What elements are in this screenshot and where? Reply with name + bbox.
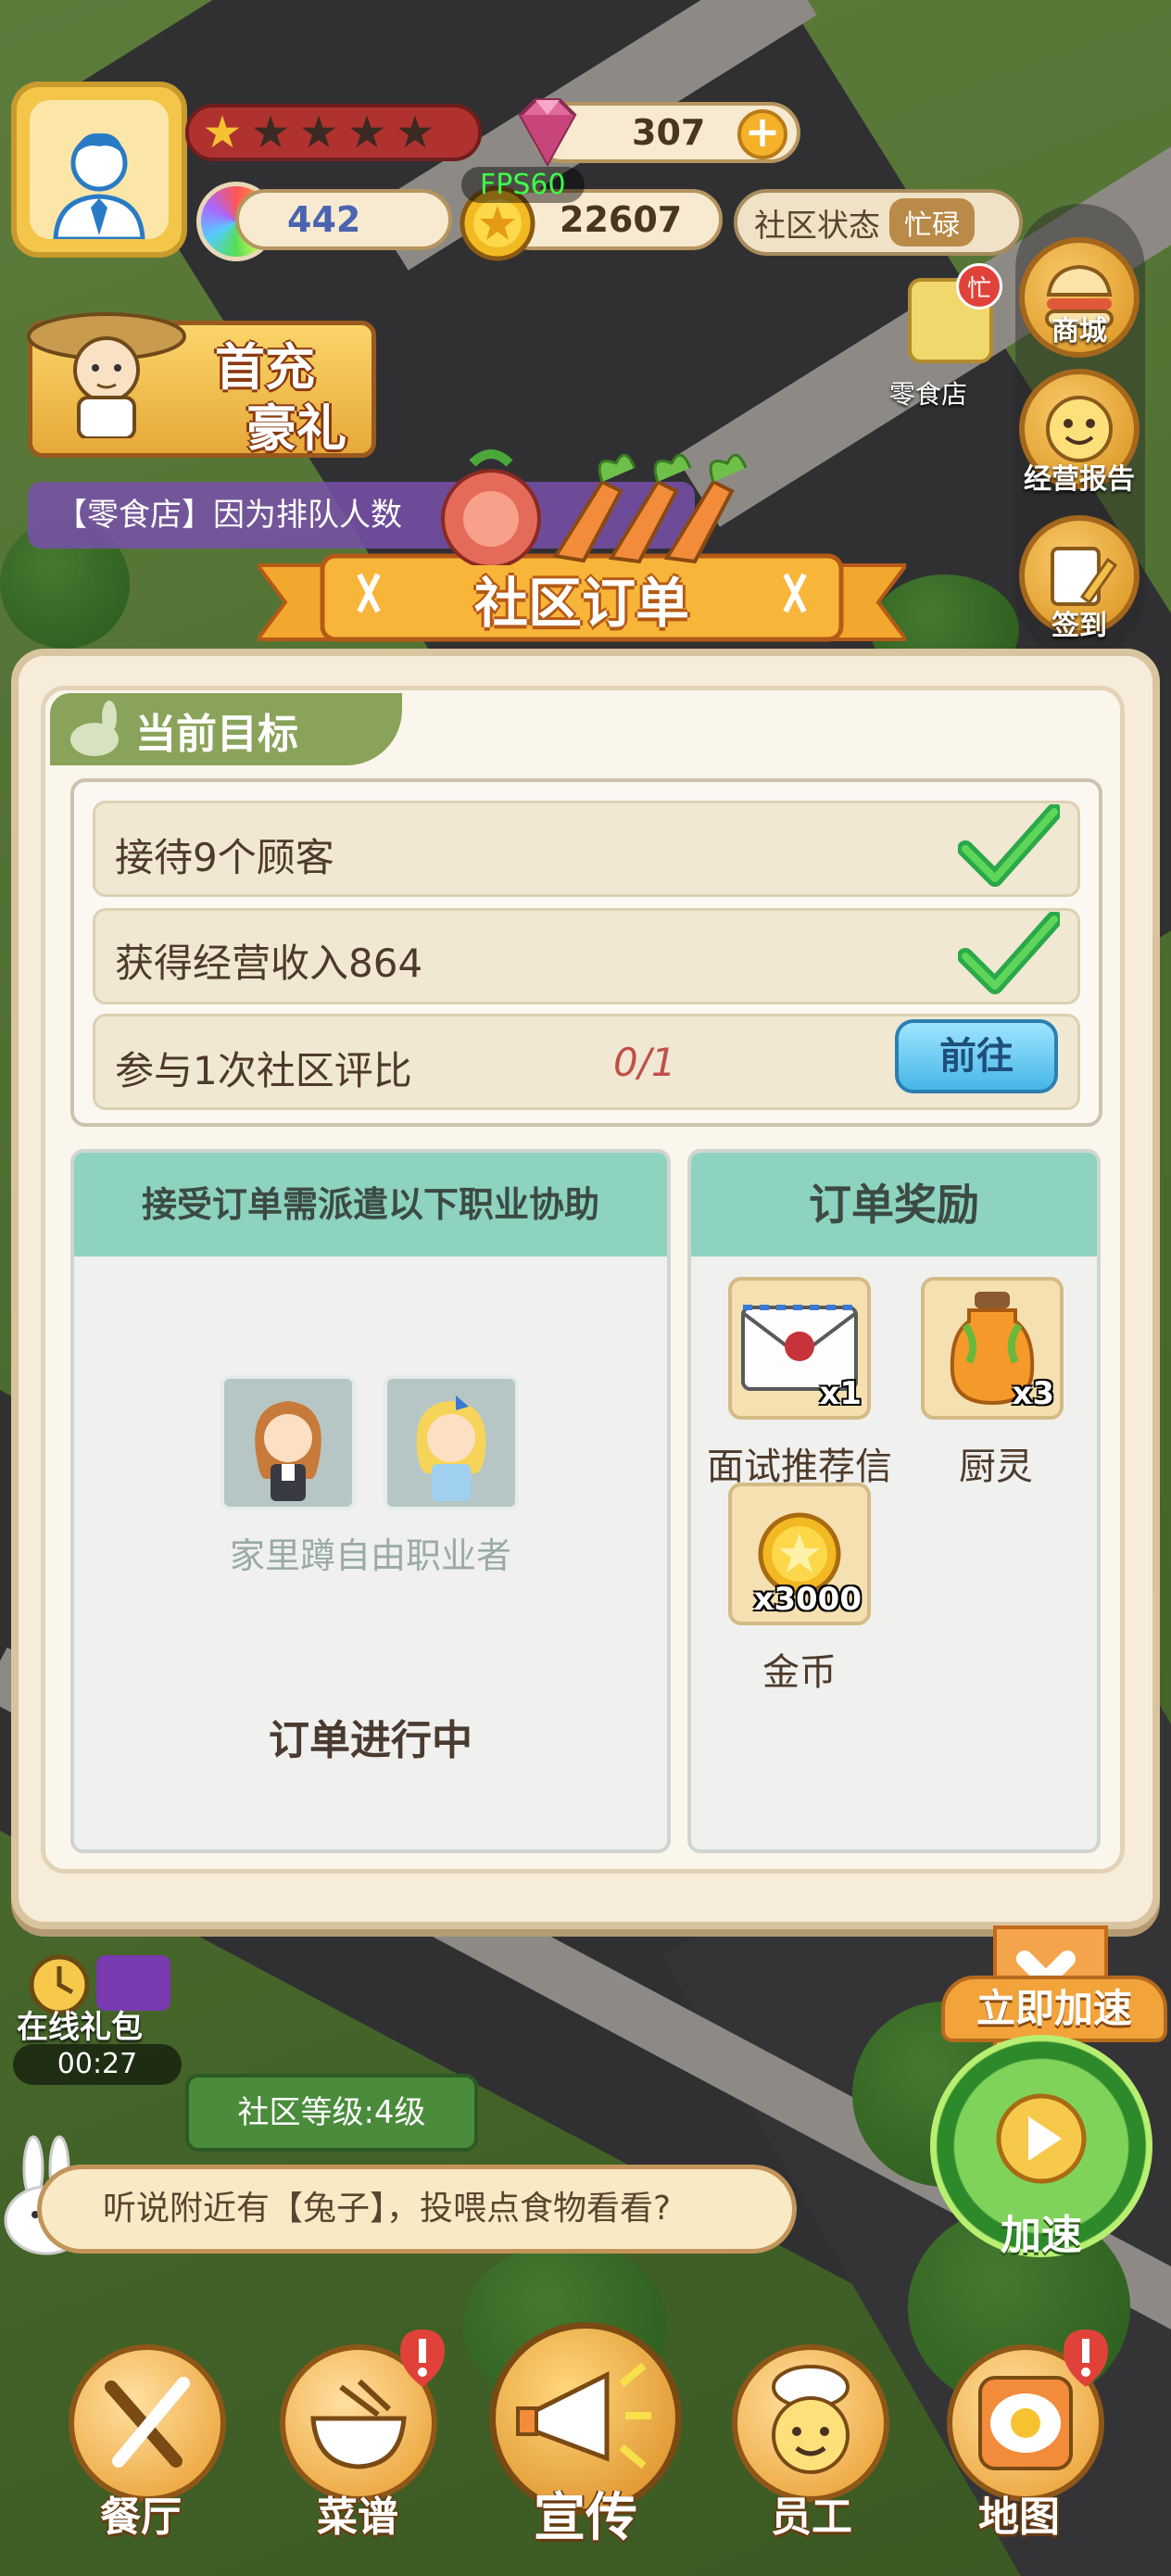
community-level[interactable]: 社区等级:4级 <box>185 2074 478 2152</box>
reward-item[interactable]: x3000 <box>728 1483 871 1625</box>
reward-name: 厨灵 <box>959 1446 1033 1488</box>
dialog-title: 社区订单 <box>473 572 689 635</box>
online-gift-label: 在线礼包 <box>17 2009 143 2046</box>
nav-staff-button[interactable] <box>732 2344 889 2502</box>
status-label: 社区状态 <box>754 207 880 245</box>
chef-icon <box>772 2365 850 2474</box>
vegetable-decoration-icon <box>441 449 748 565</box>
reward-panel-heading: 订单奖励 <box>691 1153 1097 1256</box>
rabbit-icon <box>70 701 119 756</box>
star-icon: ★ <box>395 107 435 158</box>
check-icon <box>958 804 1060 887</box>
blonde-character-icon <box>416 1395 486 1501</box>
goal-text: 接待9个顾客 <box>115 835 334 880</box>
community-status: 社区状态 忙碌 <box>734 189 1023 256</box>
promo-line2: 豪礼 <box>246 399 346 458</box>
reward-qty: x3 <box>1012 1375 1054 1412</box>
star-icon: ★ <box>298 107 339 158</box>
goal-text: 参与1次社区评比 <box>115 1048 412 1093</box>
reward-item[interactable]: x1 <box>728 1277 871 1420</box>
player-avatar[interactable] <box>11 82 187 258</box>
avatar-portrait <box>30 100 169 239</box>
fps-counter: FPS60 <box>461 167 585 203</box>
order-status: 订单进行中 <box>269 1717 472 1764</box>
alert-badge-icon <box>400 2330 445 2387</box>
status-badge: 忙碌 <box>889 198 975 246</box>
gem-count: 307 <box>632 112 706 153</box>
rainbow-counter: 442 <box>235 189 452 250</box>
go-button[interactable]: 前往 <box>895 1019 1058 1093</box>
hint-bubble: 听说附近有【兔子】，投喂点食物看看? <box>37 2165 797 2254</box>
job-panel-heading: 接受订单需派遣以下职业协助 <box>74 1153 667 1256</box>
side-menu-label: 经营报告 <box>1024 463 1135 496</box>
side-menu-label: 商城 <box>1051 315 1107 347</box>
nav-label: 餐厅 <box>100 2494 182 2541</box>
reward-qty: x3000 <box>753 1581 862 1618</box>
rating-stars: ★ ★ ★ ★ ★ <box>185 104 482 161</box>
speed-up-label: 加速 <box>1001 2212 1082 2259</box>
reward-item[interactable]: x3 <box>921 1277 1064 1420</box>
fork-knife-icon <box>105 2377 190 2468</box>
job-character-card[interactable] <box>384 1375 519 1510</box>
job-character-card[interactable] <box>220 1375 356 1510</box>
goal-progress: 0/1 <box>613 1040 676 1085</box>
snack-shop-label: 零食店 <box>889 379 968 410</box>
star-icon: ★ <box>346 107 387 158</box>
current-goal-label: 当前目标 <box>135 711 298 758</box>
girl-character-icon <box>255 1401 321 1501</box>
star-icon: ★ <box>250 107 291 158</box>
alert-badge-icon <box>1064 2330 1108 2387</box>
add-gems-button[interactable]: + <box>737 109 787 159</box>
star-icon: ★ <box>202 107 243 158</box>
job-name: 家里蹲自由职业者 <box>229 1535 511 1576</box>
nav-label: 员工 <box>771 2494 852 2541</box>
busy-badge: 忙 <box>956 263 1002 309</box>
coin-count: 22607 <box>560 199 683 240</box>
online-gift-timer: 00:27 <box>13 2044 182 2085</box>
check-icon <box>958 912 1060 994</box>
farmer-character-icon <box>27 312 186 438</box>
goal-text: 获得经营收入864 <box>115 941 423 986</box>
reward-qty: x1 <box>819 1375 862 1412</box>
nav-restaurant-button[interactable] <box>69 2344 226 2502</box>
nav-label: 地图 <box>978 2494 1060 2541</box>
rainbow-count: 442 <box>287 199 361 240</box>
reward-name: 金币 <box>762 1651 837 1694</box>
nav-label: 菜谱 <box>317 2494 398 2541</box>
gem-icon <box>518 98 577 168</box>
speed-up-banner[interactable]: 立即加速 <box>941 1976 1167 2042</box>
nav-label: 宣传 <box>534 2488 637 2548</box>
side-menu-label: 签到 <box>1051 610 1107 642</box>
